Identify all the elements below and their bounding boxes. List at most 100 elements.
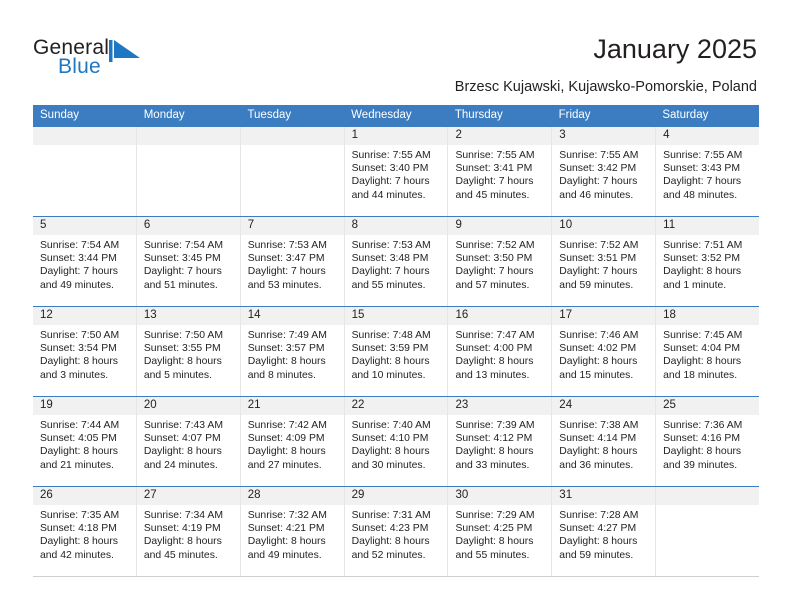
calendar-day-cell[interactable]: 24 Sunrise: 7:38 AM Sunset: 4:14 PM Dayl… (552, 397, 657, 486)
day-info: Sunrise: 7:55 AM Sunset: 3:40 PM Dayligh… (345, 145, 448, 202)
daylight-text-line1: Daylight: 7 hours (351, 176, 430, 188)
calendar-day-cell[interactable]: 28 Sunrise: 7:32 AM Sunset: 4:21 PM Dayl… (240, 487, 345, 576)
day-number (136, 127, 240, 145)
calendar-day-cell[interactable]: 20 Sunrise: 7:43 AM Sunset: 4:07 PM Dayl… (136, 397, 241, 486)
calendar-day-cell[interactable]: 3 Sunrise: 7:55 AM Sunset: 3:42 PM Dayli… (552, 127, 657, 216)
calendar-day-cell[interactable]: 31 Sunrise: 7:28 AM Sunset: 4:27 PM Dayl… (552, 487, 657, 576)
sunrise-text: Sunrise: 7:38 AM (559, 420, 639, 431)
day-info: Sunrise: 7:38 AM Sunset: 4:14 PM Dayligh… (552, 415, 655, 472)
calendar-day-cell[interactable] (656, 487, 760, 576)
day-number: 12 (33, 307, 136, 325)
sunrise-text: Sunrise: 7:52 AM (559, 240, 639, 251)
calendar-day-cell[interactable] (33, 127, 137, 216)
day-info: Sunrise: 7:34 AM Sunset: 4:19 PM Dayligh… (137, 505, 240, 562)
day-number: 1 (344, 127, 448, 145)
page-header: General Blue January 2025 Brzesc Kujawsk… (0, 0, 792, 104)
day-info: Sunrise: 7:55 AM Sunset: 3:43 PM Dayligh… (656, 145, 759, 202)
daylight-text-line2: and 55 minutes. (351, 279, 426, 291)
sunrise-text: Sunrise: 7:55 AM (351, 150, 431, 161)
calendar-day-cell[interactable]: 18 Sunrise: 7:45 AM Sunset: 4:04 PM Dayl… (656, 307, 760, 396)
calendar-day-cell[interactable]: 21 Sunrise: 7:42 AM Sunset: 4:09 PM Dayl… (240, 397, 345, 486)
day-info: Sunrise: 7:46 AM Sunset: 4:02 PM Dayligh… (552, 325, 655, 382)
calendar-day-cell[interactable]: 7 Sunrise: 7:53 AM Sunset: 3:47 PM Dayli… (240, 217, 345, 306)
daylight-text-line2: and 45 minutes. (143, 549, 218, 561)
daylight-text-line1: Daylight: 8 hours (143, 356, 222, 368)
day-info: Sunrise: 7:31 AM Sunset: 4:23 PM Dayligh… (345, 505, 448, 562)
calendar-day-cell[interactable]: 1 Sunrise: 7:55 AM Sunset: 3:40 PM Dayli… (344, 127, 449, 216)
calendar-day-cell[interactable]: 30 Sunrise: 7:29 AM Sunset: 4:25 PM Dayl… (448, 487, 553, 576)
sunset-text: Sunset: 4:14 PM (559, 433, 637, 445)
calendar-day-cell[interactable]: 10 Sunrise: 7:52 AM Sunset: 3:51 PM Dayl… (552, 217, 657, 306)
sunrise-text: Sunrise: 7:48 AM (351, 330, 431, 341)
sunrise-text: Sunrise: 7:49 AM (247, 330, 327, 341)
calendar-week-row: 19 Sunrise: 7:44 AM Sunset: 4:05 PM Dayl… (33, 396, 760, 486)
day-number: 6 (136, 217, 240, 235)
day-info: Sunrise: 7:52 AM Sunset: 3:50 PM Dayligh… (448, 235, 551, 292)
calendar-day-cell[interactable]: 4 Sunrise: 7:55 AM Sunset: 3:43 PM Dayli… (656, 127, 760, 216)
calendar-day-cell[interactable]: 29 Sunrise: 7:31 AM Sunset: 4:23 PM Dayl… (344, 487, 449, 576)
daylight-text-line1: Daylight: 8 hours (455, 536, 534, 548)
day-number: 9 (448, 217, 552, 235)
daylight-text-line1: Daylight: 8 hours (247, 356, 326, 368)
sunrise-text: Sunrise: 7:55 AM (663, 150, 743, 161)
day-info: Sunrise: 7:35 AM Sunset: 4:18 PM Dayligh… (33, 505, 136, 562)
calendar-day-cell[interactable]: 17 Sunrise: 7:46 AM Sunset: 4:02 PM Dayl… (552, 307, 657, 396)
page-title: January 2025 (593, 34, 757, 64)
calendar-day-cell[interactable]: 2 Sunrise: 7:55 AM Sunset: 3:41 PM Dayli… (448, 127, 553, 216)
sunset-text: Sunset: 3:51 PM (559, 253, 637, 265)
calendar-day-cell[interactable] (136, 127, 241, 216)
day-number: 15 (344, 307, 448, 325)
day-number: 2 (448, 127, 552, 145)
day-info (656, 505, 759, 509)
daylight-text-line2: and 5 minutes. (143, 369, 213, 381)
sunset-text: Sunset: 4:02 PM (559, 343, 637, 355)
calendar-day-cell[interactable]: 14 Sunrise: 7:49 AM Sunset: 3:57 PM Dayl… (240, 307, 345, 396)
calendar-day-cell[interactable]: 22 Sunrise: 7:40 AM Sunset: 4:10 PM Dayl… (344, 397, 449, 486)
calendar-day-cell[interactable]: 9 Sunrise: 7:52 AM Sunset: 3:50 PM Dayli… (448, 217, 553, 306)
daylight-text-line2: and 59 minutes. (559, 549, 634, 561)
sunrise-text: Sunrise: 7:32 AM (247, 510, 327, 521)
sunset-text: Sunset: 4:18 PM (40, 523, 117, 535)
day-number: 27 (136, 487, 240, 505)
calendar-week-row: 12 Sunrise: 7:50 AM Sunset: 3:54 PM Dayl… (33, 306, 760, 396)
sunrise-text: Sunrise: 7:47 AM (455, 330, 535, 341)
day-number: 23 (448, 397, 552, 415)
daylight-text-line2: and 57 minutes. (455, 279, 530, 291)
daylight-text-line2: and 45 minutes. (455, 189, 530, 201)
day-info: Sunrise: 7:50 AM Sunset: 3:55 PM Dayligh… (137, 325, 240, 382)
calendar-day-cell[interactable]: 23 Sunrise: 7:39 AM Sunset: 4:12 PM Dayl… (448, 397, 553, 486)
daylight-text-line1: Daylight: 7 hours (455, 266, 534, 278)
day-number: 28 (240, 487, 344, 505)
calendar-day-cell[interactable]: 26 Sunrise: 7:35 AM Sunset: 4:18 PM Dayl… (33, 487, 137, 576)
daylight-text-line2: and 36 minutes. (559, 459, 634, 471)
sunset-text: Sunset: 4:25 PM (455, 523, 533, 535)
calendar-grid: Sunday Monday Tuesday Wednesday Thursday… (33, 105, 760, 577)
sunrise-text: Sunrise: 7:50 AM (40, 330, 120, 341)
calendar-day-cell[interactable]: 13 Sunrise: 7:50 AM Sunset: 3:55 PM Dayl… (136, 307, 241, 396)
sunrise-text: Sunrise: 7:53 AM (351, 240, 431, 251)
sunrise-text: Sunrise: 7:40 AM (351, 420, 431, 431)
daylight-text-line2: and 1 minute. (663, 279, 727, 291)
sunset-text: Sunset: 4:04 PM (663, 343, 740, 355)
calendar-day-cell[interactable]: 5 Sunrise: 7:54 AM Sunset: 3:44 PM Dayli… (33, 217, 137, 306)
daylight-text-line2: and 52 minutes. (351, 549, 426, 561)
calendar-day-cell[interactable]: 15 Sunrise: 7:48 AM Sunset: 3:59 PM Dayl… (344, 307, 449, 396)
sunrise-text: Sunrise: 7:36 AM (663, 420, 743, 431)
calendar-day-cell[interactable]: 19 Sunrise: 7:44 AM Sunset: 4:05 PM Dayl… (33, 397, 137, 486)
calendar-day-cell[interactable]: 6 Sunrise: 7:54 AM Sunset: 3:45 PM Dayli… (136, 217, 241, 306)
daylight-text-line1: Daylight: 8 hours (351, 446, 430, 458)
calendar-day-cell[interactable]: 8 Sunrise: 7:53 AM Sunset: 3:48 PM Dayli… (344, 217, 449, 306)
brand-logo[interactable]: General Blue (33, 36, 153, 80)
daylight-text-line1: Daylight: 8 hours (455, 446, 534, 458)
calendar-day-cell[interactable]: 27 Sunrise: 7:34 AM Sunset: 4:19 PM Dayl… (136, 487, 241, 576)
sunset-text: Sunset: 4:07 PM (143, 433, 221, 445)
calendar-day-cell[interactable]: 16 Sunrise: 7:47 AM Sunset: 4:00 PM Dayl… (448, 307, 553, 396)
calendar-day-cell[interactable] (240, 127, 345, 216)
weekday-header-row: Sunday Monday Tuesday Wednesday Thursday… (33, 105, 759, 126)
calendar-day-cell[interactable]: 25 Sunrise: 7:36 AM Sunset: 4:16 PM Dayl… (656, 397, 760, 486)
sunset-text: Sunset: 3:42 PM (559, 163, 637, 175)
calendar-day-cell[interactable]: 12 Sunrise: 7:50 AM Sunset: 3:54 PM Dayl… (33, 307, 137, 396)
calendar-day-cell[interactable]: 11 Sunrise: 7:51 AM Sunset: 3:52 PM Dayl… (656, 217, 760, 306)
calendar-week-row: 5 Sunrise: 7:54 AM Sunset: 3:44 PM Dayli… (33, 216, 760, 306)
day-number (33, 127, 136, 145)
